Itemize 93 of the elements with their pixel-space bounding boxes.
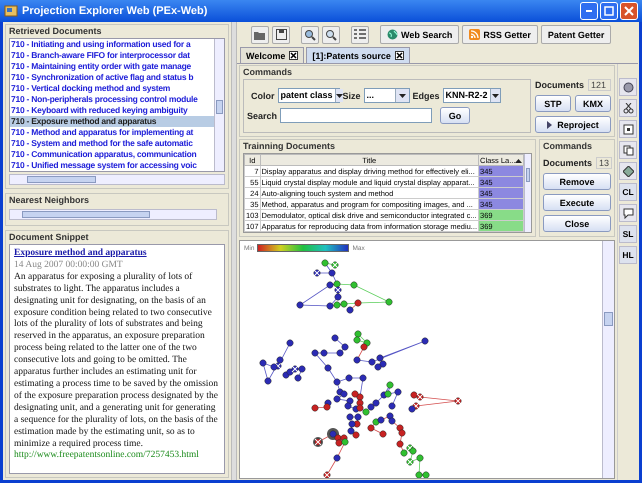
close-icon[interactable] xyxy=(289,51,298,60)
document-list-item[interactable]: 710 - Maintaining entity order with gate manage xyxy=(10,61,214,72)
list-button[interactable] xyxy=(351,26,369,44)
edges-dropdown[interactable]: KNN-R2-2 xyxy=(442,88,501,103)
projection-button[interactable]: STP xyxy=(535,95,571,112)
snippet-url[interactable]: http://www.freepatentsonline.com/7257453.html xyxy=(14,450,220,462)
save-button[interactable] xyxy=(272,26,290,44)
document-list-item[interactable]: 710 - Branch-aware FIFO for interprocessor dat xyxy=(10,50,214,61)
side-tool-button[interactable] xyxy=(619,204,637,222)
toolbar-button[interactable]: Patent Getter xyxy=(540,25,612,44)
zoom-in-button[interactable] xyxy=(301,26,319,44)
close-button[interactable] xyxy=(620,2,638,20)
side-tool-button[interactable] xyxy=(619,78,637,96)
documents-count: 13 xyxy=(596,157,612,169)
play-icon xyxy=(547,120,552,128)
horizontal-scrollbar[interactable] xyxy=(9,209,217,220)
circle-icon xyxy=(622,82,634,92)
close-icon[interactable] xyxy=(394,51,404,60)
panel-title: Nearest Neighbors xyxy=(9,195,90,205)
square-icon xyxy=(622,124,634,134)
window-title: Projection Explorer Web (PEx-Web) xyxy=(22,5,208,17)
speech-bubble-icon xyxy=(622,208,634,218)
panel-title: Trainning Documents xyxy=(243,141,336,151)
side-tool-button[interactable] xyxy=(619,120,637,138)
size-label: Size xyxy=(342,90,361,100)
scrollbar[interactable] xyxy=(524,154,531,232)
side-tool-button[interactable] xyxy=(619,99,637,117)
save-icon xyxy=(276,29,286,40)
toolbar-button[interactable]: RSS Getter xyxy=(462,25,538,44)
horizontal-scrollbar[interactable] xyxy=(9,174,225,185)
snippet-title-link[interactable]: Exposure method and apparatus xyxy=(14,248,147,258)
side-tool-button[interactable]: CL xyxy=(619,183,637,201)
go-button[interactable]: Go xyxy=(440,107,470,124)
snippet-text: An apparatus for exposing a plurality of lots of substrates to light. The apparatus includes a designating unit for designating, on the basis of an exposure condition being related to two consecutive lots of the plurality of lots of substrates and being reserved in the apparatus, an exposure preparation process being related to the latter one of the two consecutive lots and going to be omitted. The apparatus further includes an estimating unit for estimating a process time to be saved by the omission of the exposure preparation process designated by the designating unit, and a generating unit for generating a sequence for the plurality of lots, on the basis of the estimation made by the estimating unit, so as to minimize a required process time. xyxy=(14,272,219,450)
document-list-item[interactable]: 710 - Unified message system for accessing voic xyxy=(10,160,214,171)
side-tool-button[interactable] xyxy=(619,162,637,180)
document-list-item[interactable]: 710 - Synchronization of active flag and status b xyxy=(10,72,214,83)
document-list-item[interactable]: 710 - System and method for the safe automatic xyxy=(10,138,214,149)
command-button[interactable]: Remove xyxy=(543,173,611,190)
search-field[interactable] xyxy=(280,108,432,123)
dropdown-icon xyxy=(398,94,406,98)
minimize-icon xyxy=(586,10,592,12)
documents-label: Documents xyxy=(535,80,584,90)
scrollbar[interactable] xyxy=(214,39,224,171)
app-icon xyxy=(4,4,18,18)
toolbar-button[interactable]: Web Search xyxy=(380,25,460,44)
close-icon xyxy=(624,6,634,16)
globe-icon xyxy=(387,29,398,40)
document-list-item[interactable]: 710 - Non-peripherals processing control module xyxy=(10,94,214,105)
copy-icon xyxy=(622,144,634,156)
maximize-button[interactable] xyxy=(600,2,618,20)
dropdown-icon xyxy=(492,94,499,98)
zoom-in-icon xyxy=(304,28,316,40)
search-label: Search xyxy=(247,110,278,120)
maximize-icon xyxy=(604,6,614,16)
documents-count: 121 xyxy=(588,79,611,91)
edges-label: Edges xyxy=(412,90,440,100)
list-icon xyxy=(354,29,366,40)
panel-title: Retrieved Documents xyxy=(9,26,102,36)
document-list-item[interactable]: 710 - Method and apparatus for implementing at xyxy=(10,127,214,138)
folder-icon xyxy=(254,30,266,40)
document-list-item[interactable]: 710 - Communication apparatus, communication xyxy=(10,149,214,160)
tab[interactable]: Welcome xyxy=(240,47,304,63)
minimize-button[interactable] xyxy=(580,2,598,20)
graph-nodes[interactable] xyxy=(260,260,462,478)
documents-label: Documents xyxy=(543,158,592,168)
open-button[interactable] xyxy=(251,26,269,44)
document-list-item[interactable]: 710 - Exposure method and apparatus xyxy=(10,116,214,127)
side-tool-button[interactable]: HL xyxy=(619,246,637,264)
rss-icon xyxy=(469,29,480,40)
diamond-icon xyxy=(622,166,634,176)
sort-icon xyxy=(515,158,522,162)
side-tool-button[interactable]: SL xyxy=(619,225,637,243)
document-list-item[interactable]: 710 - Vertical docking method and system xyxy=(10,83,214,94)
dropdown-icon xyxy=(336,94,343,98)
document-list-item[interactable]: 710 - Initiating and using information used for a xyxy=(10,39,214,50)
scrollbar[interactable] xyxy=(602,241,614,478)
tab[interactable]: [1]:Patents source xyxy=(306,47,410,63)
command-button[interactable]: Close xyxy=(543,215,611,232)
zoom-out-button[interactable] xyxy=(322,26,340,44)
scissors-icon xyxy=(622,102,634,114)
panel-title: Commands xyxy=(243,67,292,77)
reproject-button[interactable]: Reproject xyxy=(535,116,611,133)
command-button[interactable]: Execute xyxy=(543,194,611,211)
side-tool-button[interactable] xyxy=(619,141,637,159)
panel-title: Commands xyxy=(543,141,592,151)
projection-button[interactable]: KMX xyxy=(575,95,611,112)
document-list-item[interactable]: 710 - Keyboard with reduced keying ambiguity xyxy=(10,105,214,116)
panel-title: Document Snippet xyxy=(9,232,89,242)
color-label: Color xyxy=(251,90,274,100)
size-dropdown[interactable]: ... xyxy=(364,88,410,103)
snippet-date: 14 Aug 2007 00:00:00 GMT xyxy=(14,260,124,272)
zoom-out-icon xyxy=(325,28,337,40)
